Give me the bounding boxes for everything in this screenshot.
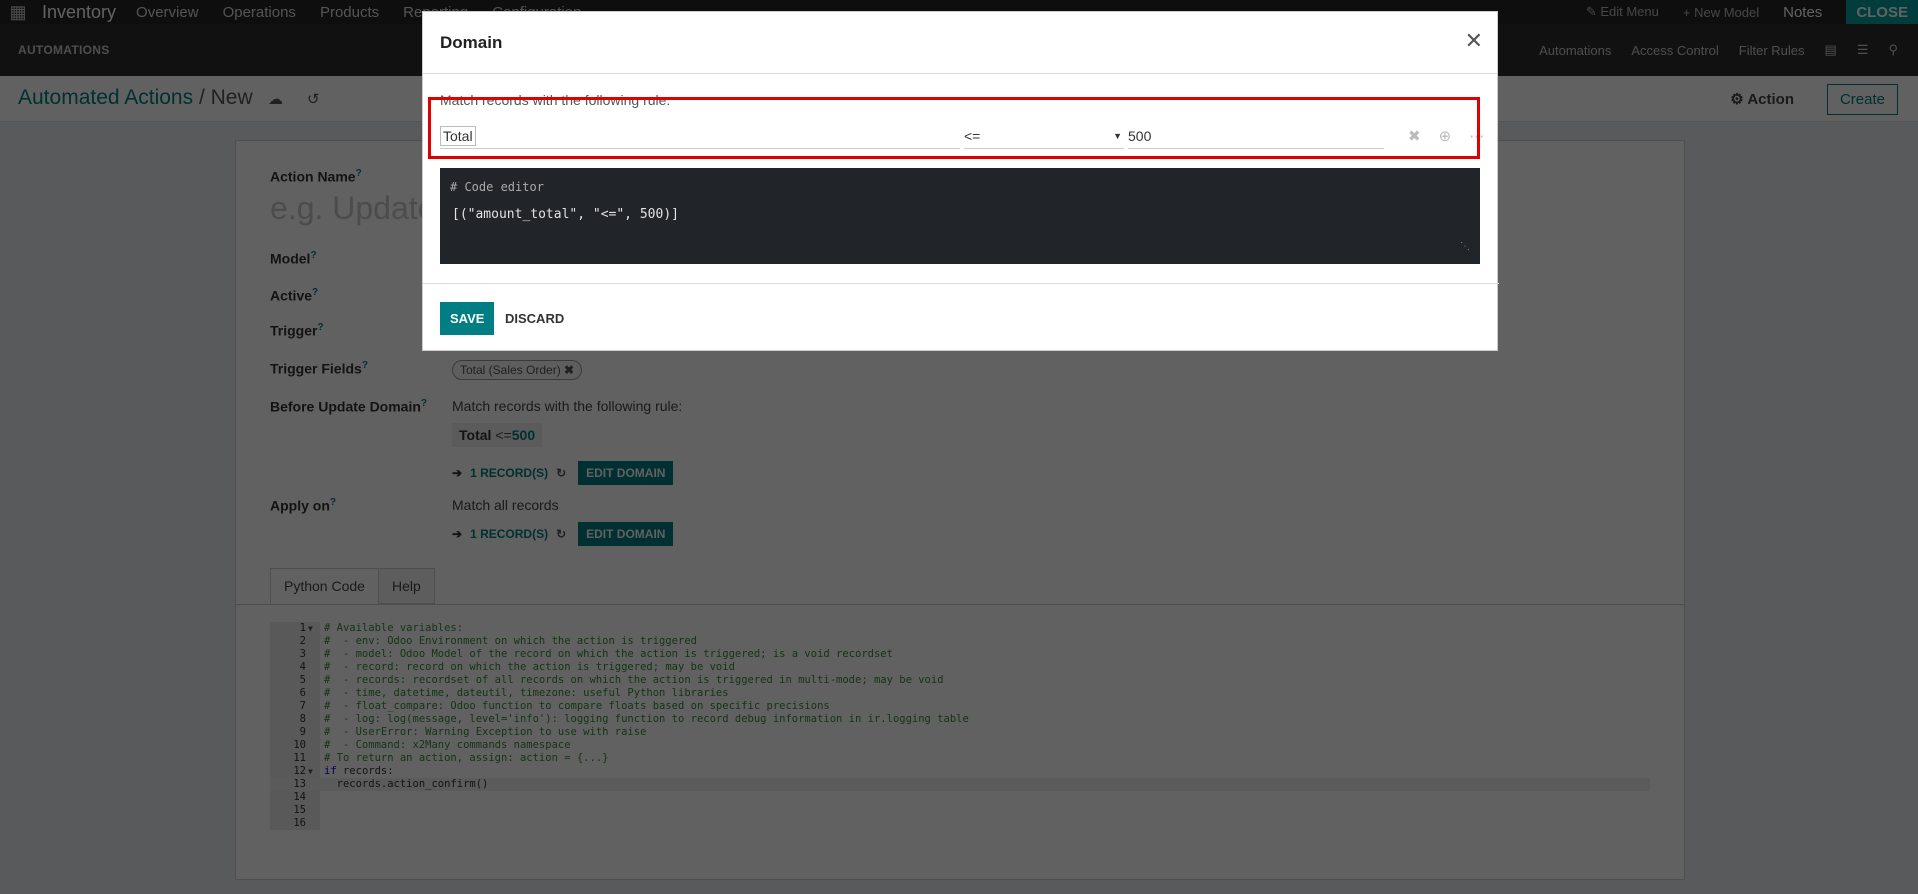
dialog-footer: SAVE DISCARD <box>423 283 1499 351</box>
delete-rule-icon[interactable]: ✖ <box>1408 127 1421 145</box>
domain-rule-row: Total <= ▼ 500 ✖ ⊕ ⋯ <box>440 119 1485 155</box>
add-rule-icon[interactable]: ⊕ <box>1439 127 1452 145</box>
dialog-title: Domain <box>440 33 503 52</box>
more-options-icon[interactable]: ⋯ <box>1469 127 1484 145</box>
operator-select[interactable]: <= ▼ <box>964 125 1124 149</box>
domain-dialog: Domain ✕ Match records with the followin… <box>422 11 1499 351</box>
value-input[interactable]: 500 <box>1128 125 1384 149</box>
caret-down-icon: ▼ <box>1113 131 1122 141</box>
resize-handle-icon[interactable]: ⋱ <box>1460 241 1470 252</box>
discard-button[interactable]: DISCARD <box>505 311 564 326</box>
code-editor-value: [("amount_total", "<=", 500)] <box>452 207 679 222</box>
field-path-selector[interactable]: Total <box>440 125 960 149</box>
code-editor-comment: # Code editor <box>450 180 544 194</box>
save-button[interactable]: SAVE <box>440 302 495 335</box>
code-editor-textarea[interactable]: # Code editor [("amount_total", "<=", 50… <box>440 168 1480 264</box>
dialog-rule-text: Match records with the following rule: <box>440 92 671 108</box>
close-icon[interactable]: ✕ <box>1465 28 1483 54</box>
